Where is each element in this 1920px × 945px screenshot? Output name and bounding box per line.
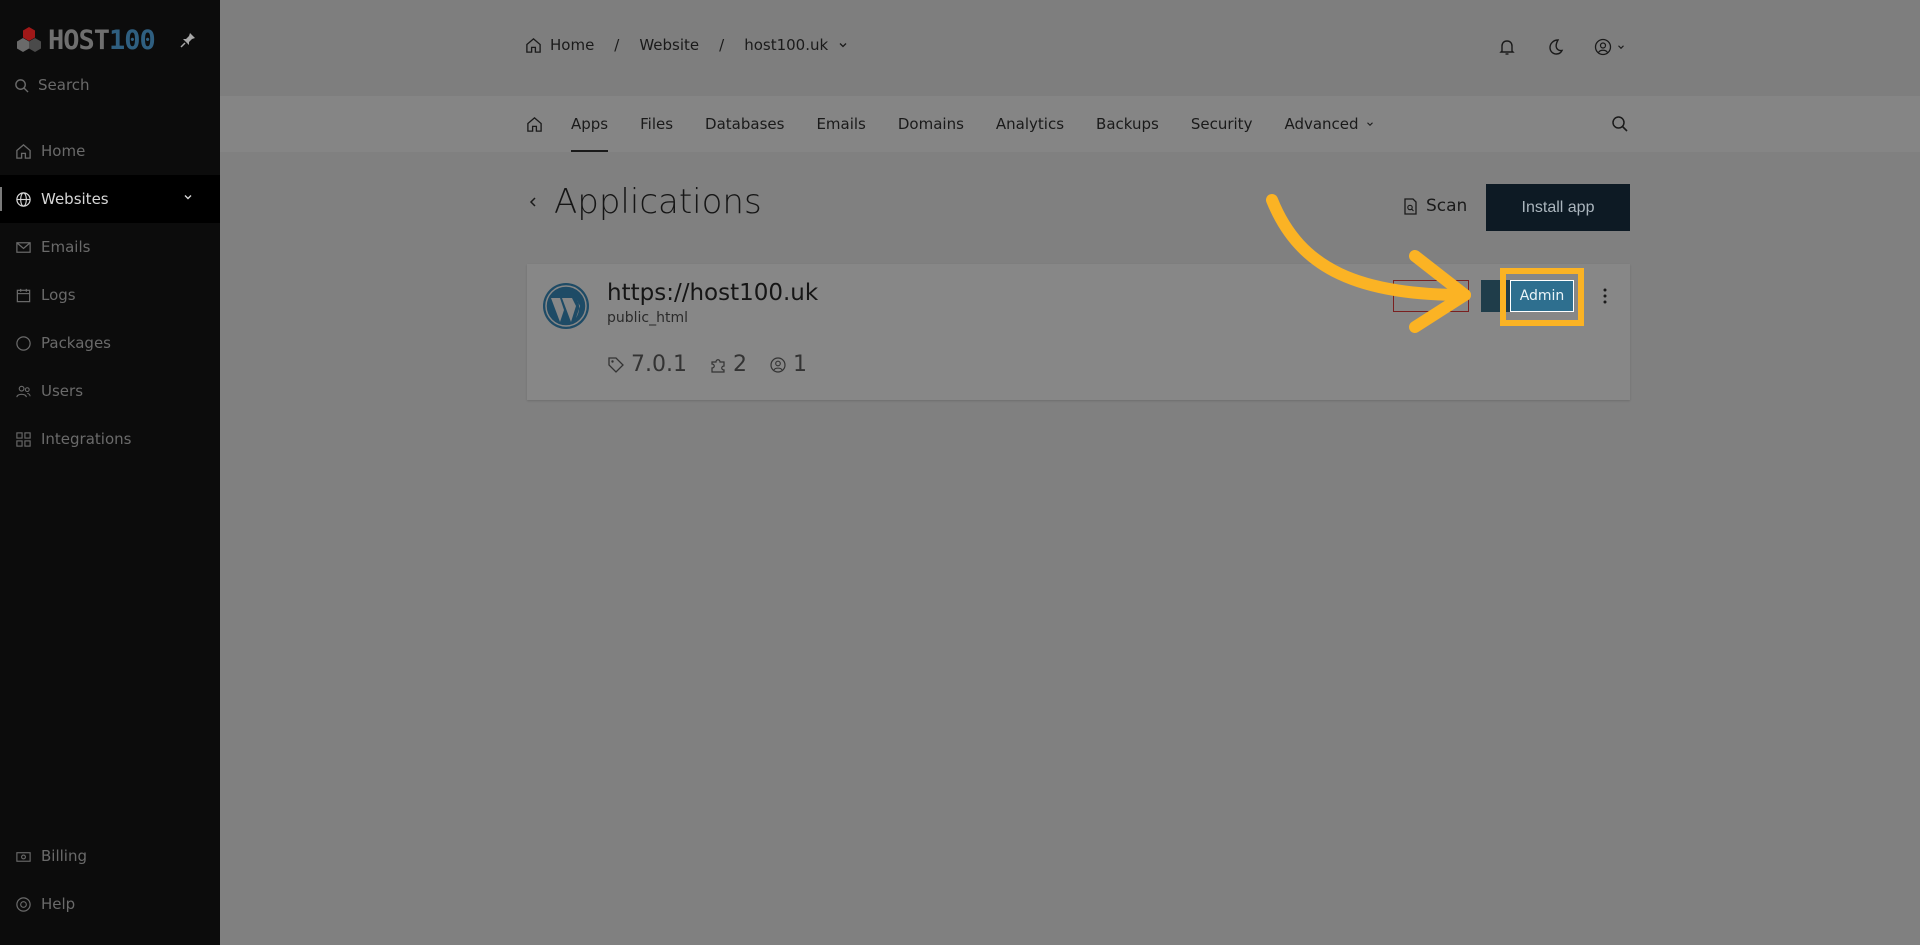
search-icon [15,78,29,93]
app-path: public_html [607,310,689,326]
help-icon [16,896,31,912]
page-title: Applications [554,182,762,222]
sidebar-item-label: Emails [41,238,91,256]
sidebar-item-label: Packages [41,334,111,352]
user-avatar-icon [1594,38,1612,56]
sidebar-item-emails[interactable]: Emails [0,223,220,271]
sidebar-search-placeholder: Search [38,76,90,94]
tab-analytics[interactable]: Analytics [996,96,1064,152]
home-icon[interactable] [525,37,542,54]
user-circle-icon [770,356,786,373]
sidebar-item-billing[interactable]: Billing [0,832,220,880]
highlight-arrow-icon [1266,194,1471,333]
sidebar-item-home[interactable]: Home [0,127,220,175]
breadcrumb-separator: / [719,36,725,54]
app-plugins-count: 2 [732,352,747,377]
globe-icon [16,191,31,207]
app-users-count: 1 [792,352,807,377]
top-header: Home / Website / host100.uk [220,0,1920,96]
sidebar-item-label: Billing [41,847,87,865]
moon-icon[interactable] [1545,37,1565,57]
sidebar-item-label: Logs [41,286,76,304]
breadcrumb-website[interactable]: Website [639,36,699,54]
app-stats: 7.0.1 2 1 [607,352,829,377]
breadcrumb-domain[interactable]: host100.uk [744,36,828,54]
user-menu[interactable] [1593,37,1626,57]
tab-files[interactable]: Files [640,96,673,152]
sidebar-item-integrations[interactable]: Integrations [0,415,220,463]
plugins-stat: 2 [709,352,747,377]
chevron-down-icon [1618,45,1624,50]
sidebar-item-logs[interactable]: Logs [0,271,220,319]
sidebar-item-packages[interactable]: Packages [0,319,220,367]
app-url[interactable]: https://host100.uk [607,280,818,306]
sidebar: HOST100 Search Home Websites Emails Logs… [0,0,220,945]
puzzle-icon [711,358,725,373]
breadcrumb-home[interactable]: Home [550,36,594,54]
mail-icon [16,241,31,253]
back-chevron-icon[interactable] [526,195,540,209]
home-icon [527,116,542,132]
sidebar-item-help[interactable]: Help [0,880,220,928]
search-icon[interactable] [1610,114,1630,134]
more-options-icon[interactable] [1597,286,1613,306]
chevron-down-icon[interactable] [837,39,849,51]
header-actions [1497,37,1626,57]
sidebar-item-label: Integrations [41,430,132,448]
app-version: 7.0.1 [631,352,687,377]
money-icon [16,851,31,862]
tab-emails[interactable]: Emails [816,96,865,152]
tab-security[interactable]: Security [1191,96,1253,152]
tab-domains[interactable]: Domains [898,96,964,152]
logo-text: HOST100 [48,24,156,56]
chevron-down-icon [184,195,192,200]
sidebar-search[interactable]: Search [14,76,90,94]
page-header: Applications [526,182,762,222]
users-stat: 1 [769,352,807,377]
breadcrumb: Home / Website / host100.uk [525,36,849,54]
sidebar-item-users[interactable]: Users [0,367,220,415]
tab-backups[interactable]: Backups [1096,96,1159,152]
host100-logo[interactable]: HOST100 [14,22,156,58]
users-icon [16,385,31,397]
home-icon [16,143,31,159]
tab-apps[interactable]: Apps [571,96,609,152]
breadcrumb-separator: / [614,36,620,54]
version-stat: 7.0.1 [607,352,687,377]
highlight-box [1500,268,1584,326]
tab-list: Apps Files Databases Emails Domains Anal… [526,96,1407,152]
sidebar-item-websites[interactable]: Websites [0,175,220,223]
sidebar-item-label: Users [41,382,84,400]
sidebar-item-label: Websites [41,190,109,208]
circle-icon [16,335,31,351]
calendar-icon [16,288,31,302]
sidebar-item-label: Help [41,895,76,913]
tab-advanced-label: Advanced [1284,115,1359,133]
tab-databases[interactable]: Databases [705,96,784,152]
wordpress-icon [543,283,589,329]
install-app-button[interactable]: Install app [1486,184,1630,231]
pin-icon[interactable] [180,32,196,48]
logo-cubes-icon [17,27,41,52]
sidebar-item-label: Home [41,142,86,160]
tab-home[interactable] [526,96,543,152]
tabs-bar: Apps Files Databases Emails Domains Anal… [220,96,1920,152]
bell-icon[interactable] [1497,37,1517,57]
tag-icon [608,356,624,373]
grid-icon [16,431,31,447]
chevron-down-icon [1366,122,1373,127]
tab-advanced[interactable]: Advanced [1284,96,1374,152]
